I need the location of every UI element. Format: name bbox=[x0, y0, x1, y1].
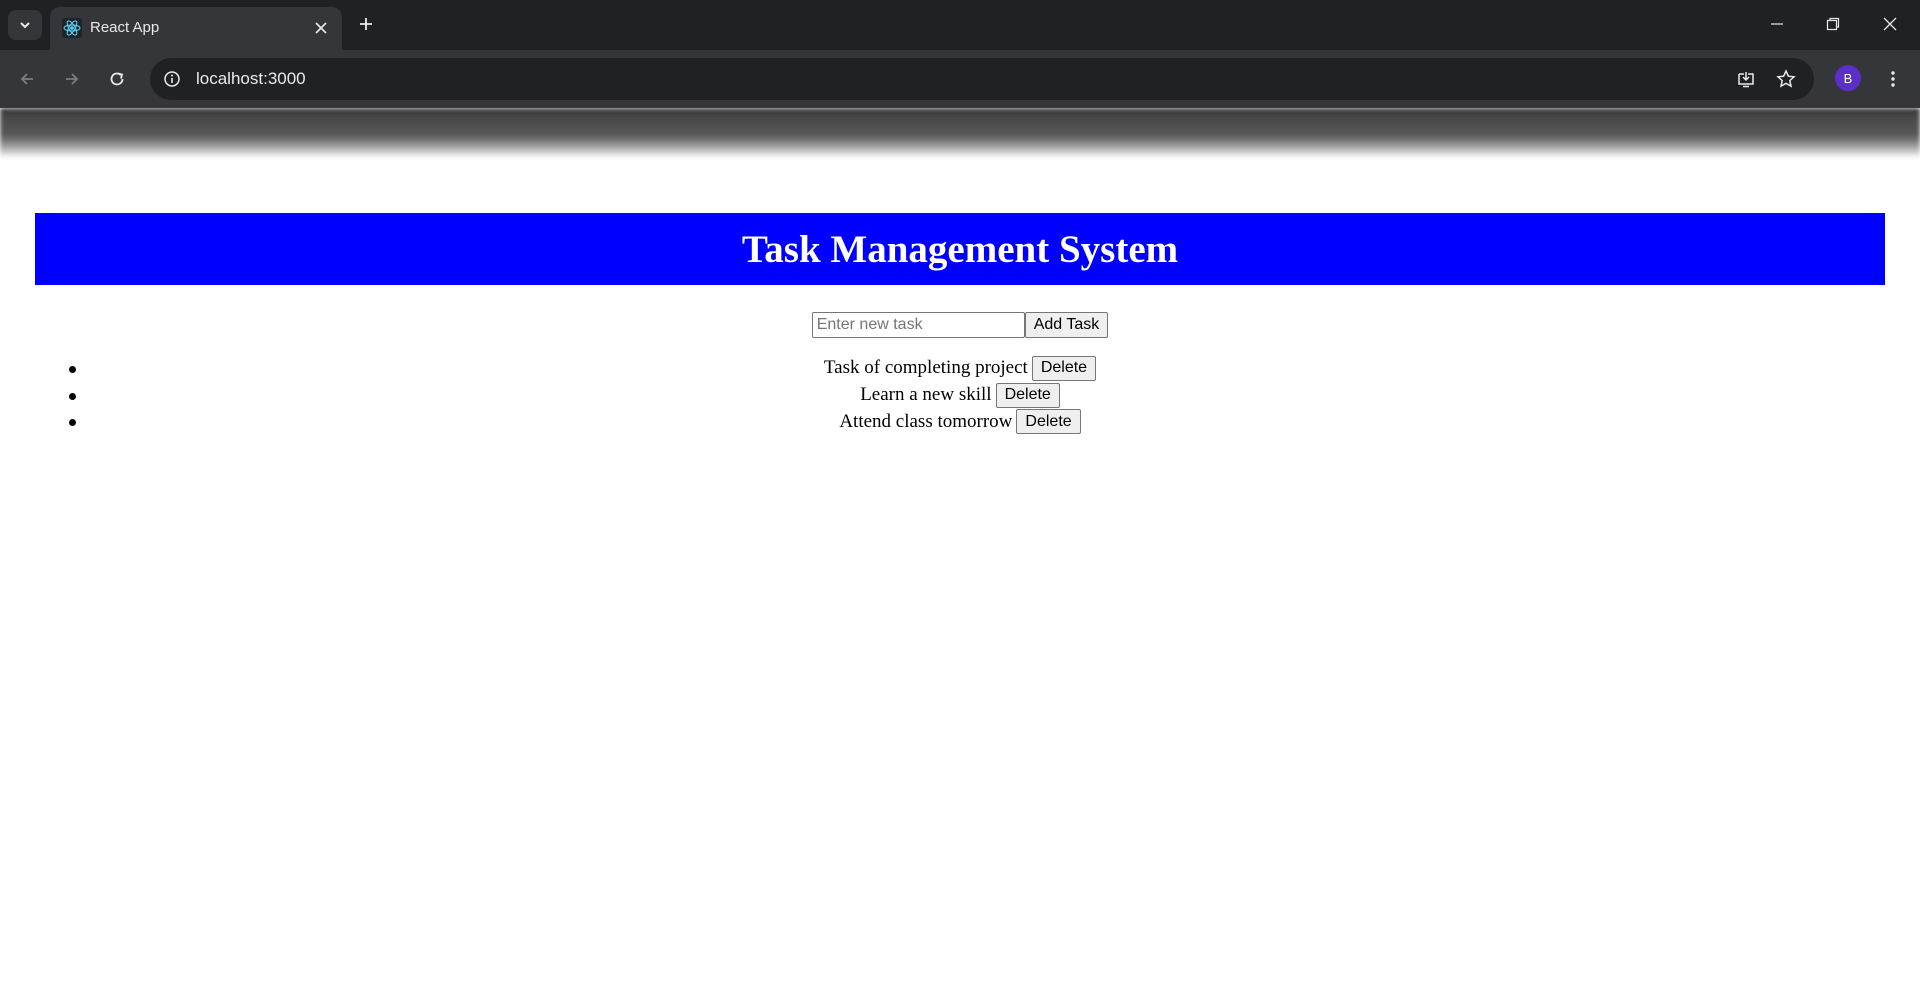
browser-tab[interactable]: React App bbox=[50, 7, 342, 50]
delete-task-button[interactable]: Delete bbox=[1031, 355, 1097, 381]
url-text: localhost:3000 bbox=[196, 69, 306, 88]
install-app-button[interactable] bbox=[1734, 67, 1758, 91]
minimize-button[interactable] bbox=[1751, 6, 1803, 42]
tab-close-button[interactable] bbox=[310, 17, 332, 39]
react-icon bbox=[62, 18, 82, 38]
bullet-icon bbox=[69, 366, 76, 373]
info-icon bbox=[164, 71, 180, 87]
tab-search-button[interactable] bbox=[8, 10, 42, 40]
delete-task-button[interactable]: Delete bbox=[1016, 409, 1081, 435]
tab-strip: React App bbox=[0, 0, 1920, 50]
task-item: Attend class tomorrow Delete bbox=[69, 408, 1840, 435]
bookmark-button[interactable] bbox=[1774, 67, 1798, 91]
add-task-form: Add Task bbox=[0, 312, 1920, 338]
install-app-icon bbox=[1738, 72, 1754, 88]
close-window-button[interactable] bbox=[1864, 6, 1916, 42]
arrow-right-icon bbox=[66, 73, 79, 85]
minimize-icon bbox=[1771, 23, 1783, 25]
delete-task-button[interactable]: Delete bbox=[995, 382, 1060, 408]
restore-icon bbox=[1826, 17, 1840, 31]
browser-menu-button[interactable] bbox=[1880, 64, 1906, 94]
back-button[interactable] bbox=[12, 64, 42, 94]
browser-toolbar: localhost:3000 B bbox=[0, 50, 1920, 108]
restore-button[interactable] bbox=[1807, 6, 1859, 42]
task-item: Task of completing project Delete bbox=[69, 355, 1840, 382]
close-icon bbox=[1883, 17, 1897, 31]
app-header: Task Management System bbox=[35, 213, 1885, 285]
arrow-left-icon bbox=[20, 73, 33, 85]
bullet-icon bbox=[69, 392, 76, 400]
profile-avatar[interactable]: B bbox=[1835, 65, 1861, 91]
close-icon bbox=[315, 22, 327, 34]
forward-button[interactable] bbox=[57, 64, 87, 94]
reload-icon bbox=[110, 72, 124, 86]
site-info-button[interactable] bbox=[160, 67, 184, 91]
address-bar[interactable]: localhost:3000 bbox=[150, 58, 1814, 100]
task-list: Task of completing project Delete Learn … bbox=[69, 355, 1840, 435]
plus-icon bbox=[360, 18, 372, 30]
task-text: Learn a new skill bbox=[860, 384, 992, 406]
star-icon bbox=[1776, 69, 1796, 88]
reload-button[interactable] bbox=[102, 64, 132, 94]
kebab-menu-icon bbox=[1891, 71, 1895, 87]
blurred-bookmarks-bar bbox=[0, 108, 1920, 158]
add-task-button[interactable]: Add Task bbox=[1024, 312, 1109, 338]
tab-title: React App bbox=[90, 19, 160, 36]
task-text: Attend class tomorrow bbox=[839, 410, 1013, 432]
new-tab-button[interactable] bbox=[353, 11, 379, 37]
new-task-input[interactable] bbox=[811, 312, 1025, 338]
task-item: Learn a new skill Delete bbox=[69, 382, 1840, 409]
page-title: Task Management System bbox=[741, 227, 1179, 271]
bullet-icon bbox=[69, 419, 76, 427]
chevron-down-icon bbox=[20, 22, 30, 29]
task-text: Task of completing project bbox=[823, 357, 1028, 379]
